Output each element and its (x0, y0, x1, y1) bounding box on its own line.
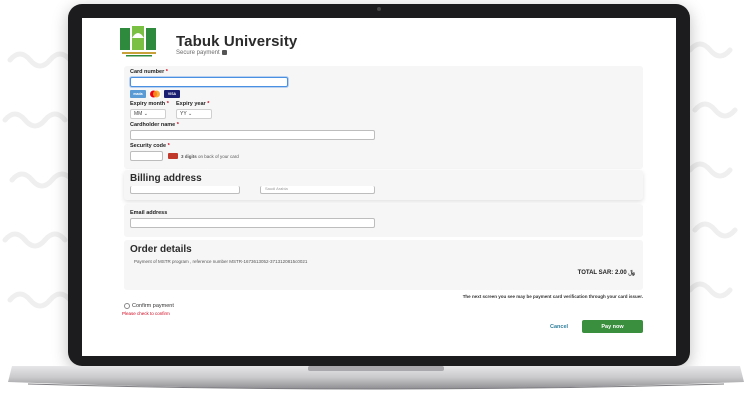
expiry-year-label: Expiry year * (176, 101, 210, 107)
email-panel: Email address (124, 204, 643, 237)
camera (377, 7, 381, 11)
confirm-error-text: Please check to confirm (122, 311, 170, 316)
laptop-base (8, 366, 744, 390)
chevron-down-icon: ⌄ (187, 111, 193, 117)
billing-address-panel: Billing address Saudi Arabia (124, 170, 643, 200)
verification-notice: The next screen you see may be payment c… (462, 294, 643, 299)
expiry-year-select[interactable]: YY ⌄ (176, 109, 212, 119)
email-input[interactable] (130, 218, 375, 228)
university-logo (120, 26, 156, 57)
expiry-month-label: Expiry month * (130, 101, 169, 107)
lock-icon (221, 50, 227, 55)
brand-title: Tabuk University (176, 33, 298, 50)
pay-now-button[interactable]: Pay now (582, 320, 643, 333)
confirm-payment-checkbox[interactable] (124, 303, 130, 309)
secure-payment-text: Secure payment (176, 50, 220, 56)
brand-subtitle: Secure payment (176, 50, 227, 56)
order-total: TOTAL SAR: 2.00 ﷼ (577, 270, 635, 276)
security-code-input[interactable] (130, 151, 163, 161)
card-details-panel: Card number * mada VISA Expiry month * E… (124, 66, 643, 169)
cancel-link[interactable]: Cancel (550, 324, 568, 330)
email-label: Email address (130, 210, 168, 216)
order-description: Payment of MSTR program , reference numb… (134, 259, 308, 264)
billing-field-left[interactable] (130, 186, 240, 194)
cardholder-name-label: Cardholder name * (130, 122, 179, 128)
security-code-hint: 3 digits on back of your card (181, 154, 239, 159)
order-details-title: Order details (130, 244, 192, 255)
card-number-label: Card number * (130, 69, 168, 75)
country-field[interactable]: Saudi Arabia (260, 186, 375, 194)
card-number-input[interactable] (130, 77, 288, 87)
riyal-symbol-icon: ﷼ (626, 270, 635, 276)
chevron-down-icon: ⌄ (143, 111, 148, 117)
security-code-label: Security code * (130, 143, 170, 149)
cardholder-name-input[interactable] (130, 130, 375, 140)
billing-address-title: Billing address (130, 173, 202, 184)
confirm-payment-label: Confirm payment (132, 303, 174, 309)
payment-page: Tabuk University Secure payment Card num… (82, 18, 676, 356)
card-back-icon (168, 153, 178, 159)
visa-logo: VISA (164, 90, 180, 98)
mada-logo: mada (130, 90, 146, 98)
order-details-panel: Order details Payment of MSTR program , … (124, 240, 643, 290)
mastercard-logo (149, 90, 161, 98)
expiry-month-select[interactable]: MM ⌄ (130, 109, 166, 119)
